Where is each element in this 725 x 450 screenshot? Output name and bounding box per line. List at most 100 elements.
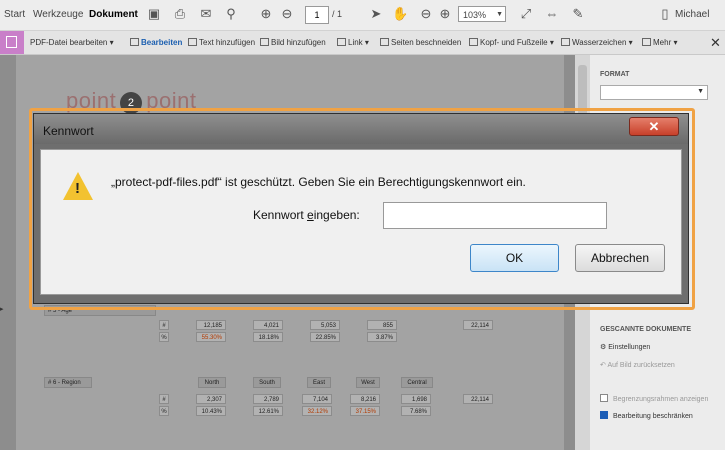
table-cell: 8,216 xyxy=(350,394,380,404)
tab-dokument[interactable]: Dokument xyxy=(89,9,138,20)
reset-icon: ↶ xyxy=(600,362,606,369)
table-row: # xyxy=(159,394,169,404)
table-cell: 22,114 xyxy=(463,320,493,330)
more-icon xyxy=(642,38,651,46)
table-row: % xyxy=(159,406,169,416)
dialog-titlebar[interactable]: Kennwort ✕ xyxy=(34,114,688,144)
ok-button[interactable]: OK xyxy=(470,244,559,272)
close-button[interactable]: ✕ xyxy=(629,117,679,136)
add-text-button[interactable]: Text hinzufügen xyxy=(188,38,255,47)
more-menu[interactable]: Mehr ▾ xyxy=(642,38,677,47)
table-cell: 37.15% xyxy=(350,406,380,416)
scanned-docs-heading: GESCANNTE DOKUMENTE xyxy=(600,326,692,333)
table-header: West xyxy=(356,377,380,388)
bounding-box-label: Begrenzungsrahmen anzeigen xyxy=(613,396,709,403)
table-cell: 4,021 xyxy=(253,320,283,330)
cancel-button[interactable]: Abbrechen xyxy=(575,244,665,272)
page-number-input[interactable]: 1 xyxy=(305,6,329,24)
edit-label: Bearbeiten xyxy=(141,38,183,47)
table-cell: 12.61% xyxy=(253,406,283,416)
page-total: / 1 xyxy=(332,9,343,19)
table-cell: 32.12% xyxy=(302,406,332,416)
table-row: # xyxy=(159,320,169,330)
table-header: North xyxy=(198,377,226,388)
password-label-pre: Kennwort xyxy=(253,208,308,222)
comment-icon[interactable]: ✎ xyxy=(570,6,586,22)
edit-pdf-label: PDF-Datei bearbeiten xyxy=(30,38,108,47)
add-image-button[interactable]: Bild hinzufügen xyxy=(260,38,326,47)
table-cell: 2,307 xyxy=(196,394,226,404)
dialog-message: „protect-pdf-files.pdf“ ist geschützt. G… xyxy=(111,175,526,189)
dialog-title: Kennwort xyxy=(43,124,94,138)
gear-icon: ⚙ xyxy=(600,344,607,351)
password-input[interactable] xyxy=(383,202,607,229)
page-down-icon[interactable]: ⊖ xyxy=(279,6,295,22)
reset-image-link[interactable]: ↶ Auf Bild zurücksetzen xyxy=(600,361,675,369)
bounding-box-checkbox[interactable]: Begrenzungsrahmen anzeigen xyxy=(600,394,708,403)
table-header: East xyxy=(307,377,331,388)
zoom-select[interactable]: 103% ▼ xyxy=(458,6,506,22)
mail-icon[interactable]: ✉ xyxy=(198,6,214,22)
tab-start[interactable]: Start xyxy=(4,9,25,20)
link-menu[interactable]: Link ▾ xyxy=(337,38,369,47)
table-region-title: # 6 - Region xyxy=(44,377,92,388)
zoom-out-icon[interactable]: ⊖ xyxy=(418,6,434,22)
edit-button[interactable]: Bearbeiten xyxy=(130,38,182,47)
close-toolbar-icon[interactable]: ✕ xyxy=(710,35,721,51)
add-text-label: Text hinzufügen xyxy=(199,38,256,47)
fit-page-icon[interactable]: ⤢ xyxy=(518,6,534,22)
table-cell: 855 xyxy=(367,320,397,330)
edit-toolbar: PDF-Datei bearbeiten ▾ Bearbeiten Text h… xyxy=(0,31,725,55)
crop-label: Seiten beschneiden xyxy=(391,38,462,47)
table-cell: 10.43% xyxy=(196,406,226,416)
font-select[interactable]: ▼ xyxy=(600,85,708,100)
phone-icon[interactable]: ▯ xyxy=(657,6,673,22)
zoom-in-icon[interactable]: ⊕ xyxy=(437,6,453,22)
table-cell: 7,104 xyxy=(302,394,332,404)
checkbox-icon xyxy=(600,394,608,402)
link-label: Link xyxy=(348,38,363,47)
format-heading: FORMAT xyxy=(600,71,630,78)
password-label: Kennwort eingeben: xyxy=(253,208,360,222)
chevron-down-icon: ▼ xyxy=(697,88,704,95)
text-icon xyxy=(188,38,197,46)
settings-label: Einstellungen xyxy=(608,344,651,351)
password-label-post: ingeben: xyxy=(313,208,360,222)
table-cell: 18.18% xyxy=(253,332,283,342)
checkbox-checked-icon xyxy=(600,411,608,419)
edit-pdf-menu[interactable]: PDF-Datei bearbeiten ▾ xyxy=(30,38,114,47)
select-cursor-icon[interactable]: ➤ xyxy=(368,6,384,22)
edit-pdf-tool-icon[interactable] xyxy=(0,31,24,54)
fit-width-icon[interactable]: ⇔ xyxy=(544,6,560,22)
table-header: South xyxy=(253,377,281,388)
table-cell: 55.30% xyxy=(196,332,226,342)
header-footer-menu[interactable]: Kopf- und Fußzeile ▾ xyxy=(469,38,554,47)
watermark-menu[interactable]: Wasserzeichen ▾ xyxy=(561,38,633,47)
password-label-accel: e xyxy=(307,208,314,222)
hand-tool-icon[interactable]: ✋ xyxy=(392,6,408,22)
table-cell: 5,053 xyxy=(310,320,340,330)
table-cell: 22,114 xyxy=(463,394,493,404)
search-icon[interactable]: ⚲ xyxy=(223,6,239,22)
add-image-label: Bild hinzufügen xyxy=(271,38,326,47)
dialog-body: ! „protect-pdf-files.pdf“ ist geschützt.… xyxy=(40,149,682,295)
table-cell: 2,789 xyxy=(253,394,283,404)
page-up-icon[interactable]: ⊕ xyxy=(258,6,274,22)
settings-link[interactable]: ⚙ Einstellungen xyxy=(600,343,650,351)
tab-werkzeuge[interactable]: Werkzeuge xyxy=(33,9,83,20)
table-header: Central xyxy=(401,377,433,388)
watermark-label: Wasserzeichen xyxy=(572,38,627,47)
save-icon[interactable]: ▣ xyxy=(146,6,162,22)
crop-icon xyxy=(380,38,389,46)
restrict-editing-checkbox[interactable]: Bearbeitung beschränken xyxy=(600,411,693,420)
image-icon xyxy=(260,38,269,46)
crop-pages-button[interactable]: Seiten beschneiden xyxy=(380,38,461,47)
more-label: Mehr xyxy=(653,38,672,47)
panel-expand-icon[interactable]: ▸ xyxy=(0,305,4,313)
header-footer-icon xyxy=(469,38,478,46)
link-icon xyxy=(337,38,346,46)
table-cell: 22.85% xyxy=(310,332,340,342)
reset-label: Auf Bild zurücksetzen xyxy=(607,362,675,369)
user-name[interactable]: Michael xyxy=(675,9,709,20)
print-icon[interactable]: ⎙ xyxy=(172,6,188,22)
